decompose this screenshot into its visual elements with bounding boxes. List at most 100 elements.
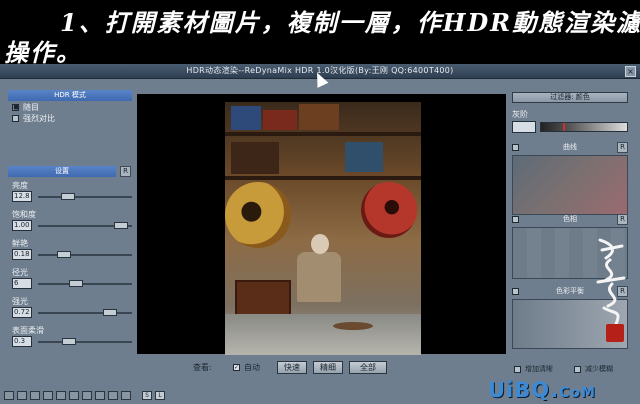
param-row-0: 亮度 12.8 [8, 180, 132, 210]
preset-slot[interactable] [56, 391, 66, 400]
param-label-3: 径光 [12, 268, 28, 277]
param-slider-thumb-0[interactable] [61, 193, 75, 200]
watermark-text: UiBQ. [488, 378, 560, 402]
add-clarity-option[interactable]: 增加清晰 [514, 364, 553, 374]
param-value-field-1[interactable]: 1.00 [12, 220, 32, 231]
gray-label: 灰阶 [512, 110, 528, 119]
photo-man-head [311, 234, 329, 254]
photo-shelf-mid [225, 176, 421, 180]
param-row-2: 鲜艳 0.18 [8, 238, 132, 268]
settings-header: 设置 [8, 166, 116, 177]
watermark-suffix: CoM [559, 385, 596, 401]
preset-slot[interactable] [43, 391, 53, 400]
auto-option[interactable]: ✓ 自动 [233, 362, 260, 373]
photo-stool [333, 322, 373, 330]
reduce-blur-option[interactable]: 减少模糊 [574, 364, 613, 374]
close-button[interactable]: × [625, 66, 636, 77]
param-value-field-5[interactable]: 0.3 [12, 336, 32, 347]
settings-header-label: 设置 [55, 167, 69, 175]
mode-option-0[interactable]: ■ 随目 [12, 102, 55, 113]
preview-area[interactable] [137, 94, 506, 355]
preset-slot[interactable] [108, 391, 118, 400]
save-preset-button[interactable]: S [142, 391, 152, 400]
auto-checkbox-icon[interactable]: ✓ [233, 364, 240, 371]
hue-header: 色相 R [512, 214, 628, 225]
param-value-field-3[interactable]: 6 [12, 278, 32, 289]
fine-button[interactable]: 精细 [313, 361, 343, 374]
photo-box-blue [231, 106, 261, 130]
photo-box-teal [345, 142, 383, 172]
all-button[interactable]: 全部 [349, 361, 387, 374]
mode-option-1[interactable]: 强烈对比 [12, 113, 55, 124]
curve-reset-button[interactable]: R [617, 142, 628, 153]
param-label-1: 饱和度 [12, 210, 36, 219]
param-value-field-2[interactable]: 0.18 [12, 249, 32, 260]
param-slider-thumb-1[interactable] [114, 222, 128, 229]
hdr-mode-header-label: HDR 模式 [54, 91, 86, 99]
preset-slot[interactable] [4, 391, 14, 400]
param-slider-thumb-2[interactable] [57, 251, 71, 258]
photo-gramophone-horn-left [225, 182, 291, 248]
curve-section: 曲线 R [512, 142, 628, 215]
param-row-4: 强光 0.72 [8, 296, 132, 326]
preset-slot[interactable] [17, 391, 27, 400]
param-row-3: 径光 6 [8, 267, 132, 297]
reduce-blur-checkbox-icon[interactable] [574, 365, 581, 373]
curve-editor[interactable] [512, 155, 628, 215]
preset-slot[interactable] [69, 391, 79, 400]
fast-button[interactable]: 快速 [277, 361, 307, 374]
param-slider-thumb-4[interactable] [103, 309, 117, 316]
param-label-0: 亮度 [12, 181, 28, 190]
view-bar: 查看: ✓ 自动 快速 精细 全部 [137, 360, 506, 374]
param-slider-track-4[interactable] [38, 309, 132, 316]
preset-slot[interactable] [30, 391, 40, 400]
caption-line-2: 操作。 [4, 38, 82, 67]
param-label-2: 鲜艳 [12, 239, 28, 248]
hue-section: 色相 R [512, 214, 628, 279]
color-balance-checkbox-icon[interactable] [512, 288, 519, 295]
photo-shelf-top [225, 132, 421, 136]
param-value-field-4[interactable]: 0.72 [12, 307, 32, 318]
site-watermark: UiBQ.CoM [488, 378, 596, 402]
param-slider-thumb-3[interactable] [69, 280, 83, 287]
gray-value-field[interactable] [512, 121, 536, 133]
gray-marker[interactable] [563, 123, 565, 131]
mode-checkbox-icon-1[interactable] [12, 115, 19, 122]
param-slider-track-5[interactable] [38, 338, 132, 345]
settings-reset-button[interactable]: R [120, 166, 131, 177]
mode-label-0: 随目 [23, 103, 39, 112]
param-slider-track-1[interactable] [38, 222, 132, 229]
add-clarity-checkbox-icon[interactable] [514, 365, 521, 373]
curve-checkbox-icon[interactable] [512, 144, 519, 151]
param-slider-track-0[interactable] [38, 193, 132, 200]
hue-reset-button[interactable]: R [617, 214, 628, 225]
calligraphy-stamp [592, 236, 630, 342]
tutorial-caption: 1、打開素材圖片，複制一層，作HDR動態渲染濾鏡 操作。 [0, 0, 640, 67]
param-label-5: 表面柔滑 [12, 326, 44, 335]
param-slider-track-2[interactable] [38, 251, 132, 258]
preset-slot[interactable] [82, 391, 92, 400]
param-slider-thumb-5[interactable] [62, 338, 76, 345]
mode-checkbox-icon-0[interactable]: ■ [12, 104, 19, 111]
mode-label-1: 强烈对比 [23, 114, 55, 123]
filter-selector[interactable]: 过滤器: 颜色 [512, 92, 628, 103]
hue-checkbox-icon[interactable] [512, 216, 519, 223]
load-preset-button[interactable]: L [155, 391, 165, 400]
param-value-field-0[interactable]: 12.8 [12, 191, 32, 202]
photo-box-brown [299, 104, 339, 130]
param-row-1: 饱和度 1.00 [8, 209, 132, 239]
gray-gradient-bar[interactable] [540, 122, 628, 132]
right-bottom-options: 增加清晰 减少模糊 [512, 364, 632, 376]
preset-slot[interactable] [95, 391, 105, 400]
param-row-5: 表面柔滑 0.3 [8, 325, 132, 355]
hdr-plugin-window: HDR动态渲染--ReDynaMix HDR 1.0汉化版(By:王刚 QQ:6… [0, 64, 640, 404]
color-balance-label: 色彩平衡 [556, 287, 584, 295]
left-panel: HDR 模式 ■ 随目 强烈对比 设置 R 亮度 12.8 饱和度 1.00 鲜艳 0.1… [8, 90, 132, 354]
preset-slot[interactable] [121, 391, 131, 400]
curve-header: 曲线 R [512, 142, 628, 153]
curve-label: 曲线 [563, 143, 577, 151]
param-slider-track-3[interactable] [38, 280, 132, 287]
photo-man-body [297, 252, 341, 302]
view-label: 查看: [193, 363, 212, 372]
preview-photo [225, 102, 421, 355]
